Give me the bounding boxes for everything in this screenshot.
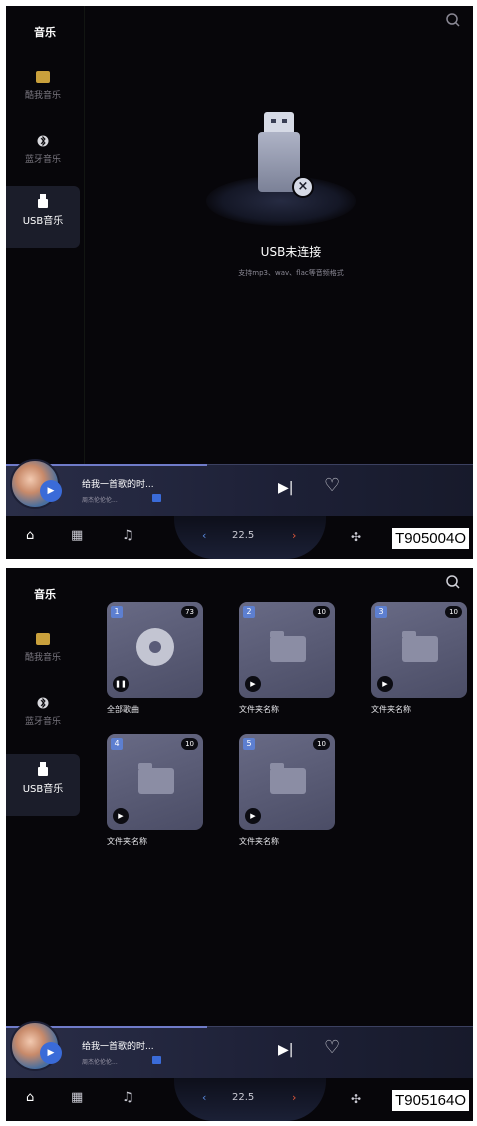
temperature-value: 22.5 — [232, 1092, 255, 1103]
disc-icon — [136, 628, 174, 666]
pause-icon[interactable]: ❚❚ — [113, 676, 129, 692]
usb-music-screen-folders: 音乐 酷我音乐 蓝牙音乐 USB音乐 1 73 ❚❚ 全部歌曲 2 10 ▶ 文… — [6, 568, 473, 1121]
song-count: 10 — [313, 738, 330, 750]
sidebar: 音乐 酷我音乐 蓝牙音乐 USB音乐 — [6, 568, 84, 1026]
artist-name: 周杰伦伦伦... — [82, 497, 118, 504]
figure-code: T905164O — [392, 1090, 469, 1111]
apps-icon[interactable]: ▦ — [71, 1090, 83, 1105]
sidebar-item-usb[interactable]: USB音乐 — [6, 186, 80, 248]
play-icon[interactable]: ▶ — [40, 1042, 62, 1064]
usb-status-title: USB未连接 — [260, 245, 322, 259]
sidebar-item-kuwo[interactable]: 酷我音乐 — [6, 624, 80, 686]
search-icon[interactable] — [445, 12, 461, 28]
usb-icon — [38, 762, 48, 776]
folder-label: 文件夹名称 — [371, 705, 411, 714]
song-count: 10 — [445, 606, 462, 618]
bluetooth-icon — [37, 135, 49, 147]
folder-card[interactable]: 4 10 ▶ — [107, 734, 203, 830]
climate-control: ‹ 22.5 › — [174, 1078, 326, 1121]
sidebar-item-bluetooth[interactable]: 蓝牙音乐 — [6, 688, 80, 750]
bluetooth-icon — [37, 697, 49, 709]
folder-icon — [270, 763, 306, 794]
music-note-icon[interactable]: ♫ — [122, 1090, 134, 1105]
temp-increase-button[interactable]: › — [292, 529, 296, 542]
artist-name: 周杰伦伦伦... — [82, 1059, 118, 1066]
folder-icon — [402, 631, 438, 662]
folder-label: 文件夹名称 — [239, 837, 279, 846]
folder-card-all-songs[interactable]: 1 73 ❚❚ — [107, 602, 203, 698]
folder-index: 1 — [111, 606, 123, 618]
folder-card[interactable]: 2 10 ▶ — [239, 602, 335, 698]
quality-badge — [152, 1056, 161, 1064]
folder-index: 5 — [243, 738, 255, 750]
fan-icon[interactable]: ✣ — [351, 530, 361, 544]
play-icon[interactable]: ▶ — [245, 808, 261, 824]
usb-status-subtitle: 支持mp3、wav、flac等音频格式 — [238, 269, 344, 277]
play-icon[interactable]: ▶ — [40, 480, 62, 502]
usb-music-screen-disconnected: 音乐 酷我音乐 蓝牙音乐 USB音乐 × USB未连接 支持mp3、wav、fl… — [6, 6, 473, 559]
temp-decrease-button[interactable]: ‹ — [202, 529, 206, 542]
bottom-nav: ⌂ ▦ ♫ ‹ 22.5 › ✣ T905004O — [6, 516, 473, 559]
bottom-nav: ⌂ ▦ ♫ ‹ 22.5 › ✣ T905164O — [6, 1078, 473, 1121]
next-icon[interactable]: ▶| — [278, 1042, 293, 1058]
quality-badge — [152, 494, 161, 502]
sidebar-item-usb[interactable]: USB音乐 — [6, 754, 80, 816]
apps-icon[interactable]: ▦ — [71, 528, 83, 543]
song-count: 73 — [181, 606, 198, 618]
heart-icon[interactable]: ♡ — [324, 475, 340, 496]
sidebar-item-label: USB音乐 — [22, 216, 64, 227]
song-count: 10 — [181, 738, 198, 750]
folder-index: 4 — [111, 738, 123, 750]
song-title: 给我一首歌的时... — [82, 480, 154, 490]
folder-card[interactable]: 3 10 ▶ — [371, 602, 467, 698]
folder-icon — [138, 763, 174, 794]
sidebar-item-label: 蓝牙音乐 — [24, 155, 61, 165]
folder-label: 文件夹名称 — [239, 705, 279, 714]
temp-decrease-button[interactable]: ‹ — [202, 1091, 206, 1104]
folder-label: 全部歌曲 — [107, 705, 139, 714]
home-icon[interactable]: ⌂ — [26, 1090, 34, 1105]
usb-drive-icon: × — [196, 96, 376, 236]
sidebar: 音乐 酷我音乐 蓝牙音乐 USB音乐 — [6, 6, 84, 464]
song-title: 给我一首歌的时... — [82, 1042, 154, 1052]
sidebar-item-label: 酷我音乐 — [24, 653, 61, 663]
mini-player[interactable]: ▶ 给我一首歌的时... 周杰伦伦伦... ▶| ♡ — [6, 459, 473, 516]
kuwo-icon — [36, 633, 50, 645]
usb-icon — [38, 194, 48, 208]
play-icon[interactable]: ▶ — [113, 808, 129, 824]
play-icon[interactable]: ▶ — [245, 676, 261, 692]
mini-player[interactable]: ▶ 给我一首歌的时... 周杰伦伦伦... ▶| ♡ — [6, 1021, 473, 1078]
search-icon[interactable] — [445, 574, 461, 590]
sidebar-item-label: 蓝牙音乐 — [24, 717, 61, 727]
sidebar-title: 音乐 — [34, 26, 56, 39]
music-note-icon[interactable]: ♫ — [122, 528, 134, 543]
folder-icon — [270, 631, 306, 662]
folder-index: 3 — [375, 606, 387, 618]
folder-label: 文件夹名称 — [107, 837, 147, 846]
sidebar-title: 音乐 — [34, 588, 56, 601]
sidebar-item-label: USB音乐 — [22, 784, 64, 795]
figure-code: T905004O — [392, 528, 469, 549]
song-count: 10 — [313, 606, 330, 618]
temperature-value: 22.5 — [232, 530, 255, 541]
sidebar-item-label: 酷我音乐 — [24, 91, 61, 101]
heart-icon[interactable]: ♡ — [324, 1037, 340, 1058]
home-icon[interactable]: ⌂ — [26, 528, 34, 543]
sidebar-item-kuwo[interactable]: 酷我音乐 — [6, 62, 80, 124]
folder-index: 2 — [243, 606, 255, 618]
divider — [84, 6, 85, 464]
folder-card[interactable]: 5 10 ▶ — [239, 734, 335, 830]
fan-icon[interactable]: ✣ — [351, 1092, 361, 1106]
temp-increase-button[interactable]: › — [292, 1091, 296, 1104]
next-icon[interactable]: ▶| — [278, 480, 293, 496]
sidebar-item-bluetooth[interactable]: 蓝牙音乐 — [6, 126, 80, 188]
play-icon[interactable]: ▶ — [377, 676, 393, 692]
climate-control: ‹ 22.5 › — [174, 516, 326, 559]
kuwo-icon — [36, 71, 50, 83]
